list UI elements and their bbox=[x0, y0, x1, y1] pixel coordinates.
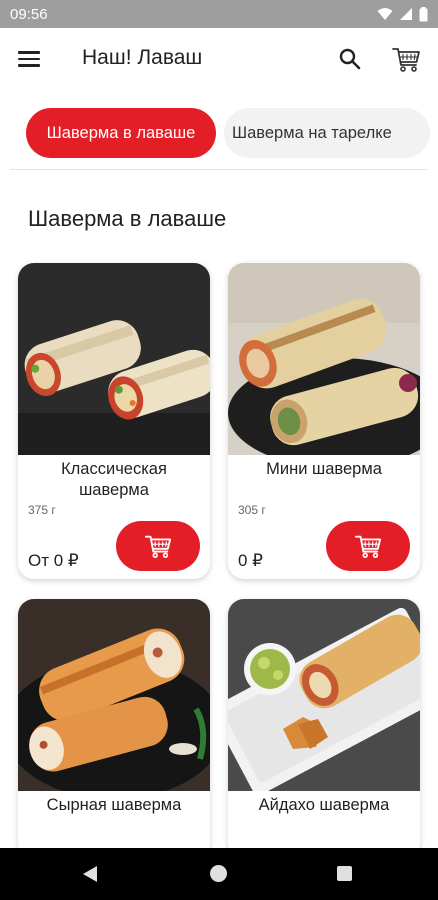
product-price: 0 ₽ bbox=[238, 551, 263, 570]
cart-icon bbox=[144, 535, 172, 559]
divider bbox=[10, 169, 428, 170]
category-tabs: Шаверма в лаваше Шаверма на тарелке bbox=[0, 108, 438, 160]
product-image bbox=[228, 599, 420, 791]
home-icon[interactable] bbox=[210, 865, 227, 882]
status-icons bbox=[377, 6, 428, 22]
signal-icon bbox=[400, 8, 412, 20]
menu-icon[interactable] bbox=[18, 46, 44, 72]
search-icon[interactable] bbox=[337, 46, 363, 72]
app-bar: Наш! Лаваш bbox=[0, 28, 438, 90]
wifi-icon bbox=[377, 8, 393, 20]
product-image bbox=[18, 599, 210, 791]
product-card[interactable]: Айдахо шаверма bbox=[228, 599, 420, 859]
product-image bbox=[18, 263, 210, 455]
product-name: Мини шаверма bbox=[266, 460, 382, 478]
product-card[interactable]: Мини шаверма 305 г 0 ₽ bbox=[228, 263, 420, 579]
section-title: Шаверма в лаваше bbox=[28, 206, 227, 231]
product-price: От 0 ₽ bbox=[28, 551, 79, 570]
battery-icon bbox=[419, 6, 428, 21]
product-name: Сырная шаверма bbox=[46, 796, 182, 814]
product-weight: 305 г bbox=[238, 503, 266, 517]
product-image bbox=[228, 263, 420, 455]
add-to-cart-button[interactable] bbox=[326, 521, 410, 571]
product-name: Айдахо шаверма bbox=[258, 796, 390, 814]
product-card[interactable]: Классическая шаверма 375 г От 0 ₽ bbox=[18, 263, 210, 579]
product-weight: 375 г bbox=[28, 503, 56, 517]
cart-icon bbox=[354, 535, 382, 559]
tab-shawarma-lavash[interactable]: Шаверма в лаваше bbox=[26, 108, 216, 158]
product-card[interactable]: Сырная шаверма bbox=[18, 599, 210, 859]
system-nav-bar bbox=[0, 848, 438, 900]
add-to-cart-button[interactable] bbox=[116, 521, 200, 571]
status-bar: 09:56 bbox=[0, 0, 438, 28]
app-title: Наш! Лаваш bbox=[82, 46, 203, 69]
tab-shawarma-plate[interactable]: Шаверма на тарелке bbox=[224, 108, 430, 158]
recent-apps-icon[interactable] bbox=[337, 866, 352, 881]
back-icon[interactable] bbox=[82, 865, 98, 883]
cart-icon[interactable] bbox=[391, 44, 421, 74]
status-time: 09:56 bbox=[10, 5, 48, 23]
product-name: Классическая шаверма bbox=[61, 460, 167, 499]
